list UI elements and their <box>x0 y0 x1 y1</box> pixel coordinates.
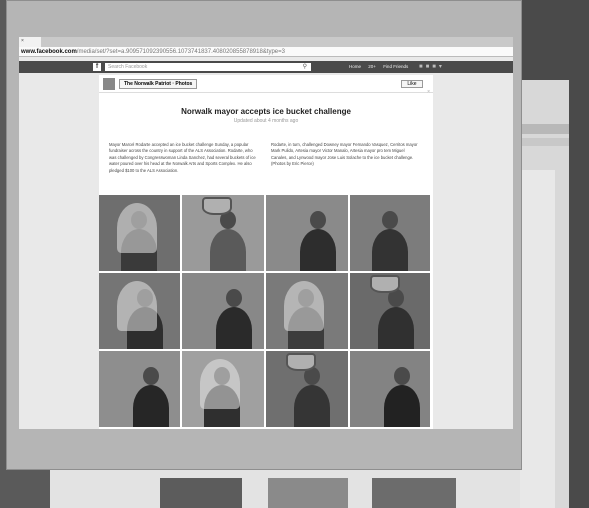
water-splash <box>117 281 157 331</box>
photo-thumbnail[interactable] <box>350 351 430 427</box>
background-thumbnail <box>160 478 242 508</box>
water-splash <box>284 281 324 331</box>
background-thumbnail <box>268 478 348 508</box>
album-description-right: Rodarte, in turn, challenged Downey mayo… <box>271 142 418 167</box>
search-placeholder: Search Facebook <box>108 64 148 70</box>
photo-thumbnail[interactable] <box>182 195 264 271</box>
main-window: × www.facebook.com/media/set/?set=a.9095… <box>6 0 522 470</box>
browser-tab[interactable]: × <box>19 37 41 47</box>
search-icon[interactable]: ⚲ <box>303 63 307 71</box>
tab-strip: × <box>19 37 513 47</box>
photo-thumbnail[interactable] <box>350 273 430 349</box>
photo-figure <box>300 229 336 271</box>
search-input[interactable]: Search Facebook ⚲ <box>105 63 311 71</box>
photo-thumbnail[interactable] <box>99 195 180 271</box>
facebook-top-bar: f Search Facebook ⚲ Home 20+ Find Friend… <box>19 61 513 73</box>
photo-figure <box>294 385 330 427</box>
photo-thumbnail[interactable] <box>266 195 348 271</box>
photo-thumbnail[interactable] <box>99 351 180 427</box>
photo-figure <box>210 229 246 271</box>
background-thumbnail <box>372 478 456 508</box>
photo-figure <box>384 385 420 427</box>
address-bar[interactable]: www.facebook.com/media/set/?set=a.909571… <box>19 47 513 57</box>
album-description-left: Mayor Marcel Rodarte accepted an ice buc… <box>109 142 256 173</box>
photo-thumbnail[interactable] <box>182 351 264 427</box>
browser-window: × www.facebook.com/media/set/?set=a.9095… <box>19 37 513 429</box>
photo-head <box>226 289 242 307</box>
tab-close-icon[interactable]: × <box>21 38 24 44</box>
page-avatar[interactable] <box>103 78 115 90</box>
photo-figure <box>378 307 414 349</box>
page-header: The Norwalk Patriot · Photos Like <box>99 75 433 93</box>
bucket-icon <box>286 353 316 371</box>
photo-figure <box>372 229 408 271</box>
album-content: The Norwalk Patriot · Photos Like × Norw… <box>99 75 433 429</box>
water-splash <box>117 203 157 253</box>
water-splash <box>200 359 240 409</box>
close-icon[interactable]: × <box>427 89 430 95</box>
nav-item-count[interactable]: 20+ <box>368 64 376 69</box>
photo-figure <box>133 385 169 427</box>
photo-thumbnail[interactable] <box>182 273 264 349</box>
photo-figure <box>216 307 252 349</box>
photo-head <box>382 211 398 229</box>
notification-icons[interactable]: ■■■▾ <box>419 63 445 70</box>
album-updated: Updated about 4 months ago <box>233 118 299 124</box>
bucket-icon <box>202 197 232 215</box>
photo-grid <box>99 195 433 427</box>
url-path: /media/set/?set=a.909571092390556.107374… <box>76 49 285 55</box>
photo-thumbnail[interactable] <box>266 273 348 349</box>
bucket-icon <box>370 275 400 293</box>
nav-item-home[interactable]: Home <box>349 64 361 69</box>
photo-head <box>143 367 159 385</box>
facebook-logo-icon[interactable]: f <box>93 63 101 71</box>
url-host: www.facebook.com <box>21 49 77 55</box>
nav-item-find-friends[interactable]: Find Friends <box>383 64 408 69</box>
page-name-button[interactable]: The Norwalk Patriot · Photos <box>119 79 198 89</box>
photo-thumbnail[interactable] <box>266 351 348 427</box>
photo-thumbnail[interactable] <box>350 195 430 271</box>
photo-head <box>310 211 326 229</box>
photo-thumbnail[interactable] <box>99 273 180 349</box>
photo-head <box>394 367 410 385</box>
album-title: Norwalk mayor accepts ice bucket challen… <box>181 107 351 116</box>
top-nav: Home 20+ Find Friends <box>349 63 414 71</box>
like-button[interactable]: Like <box>401 80 423 88</box>
